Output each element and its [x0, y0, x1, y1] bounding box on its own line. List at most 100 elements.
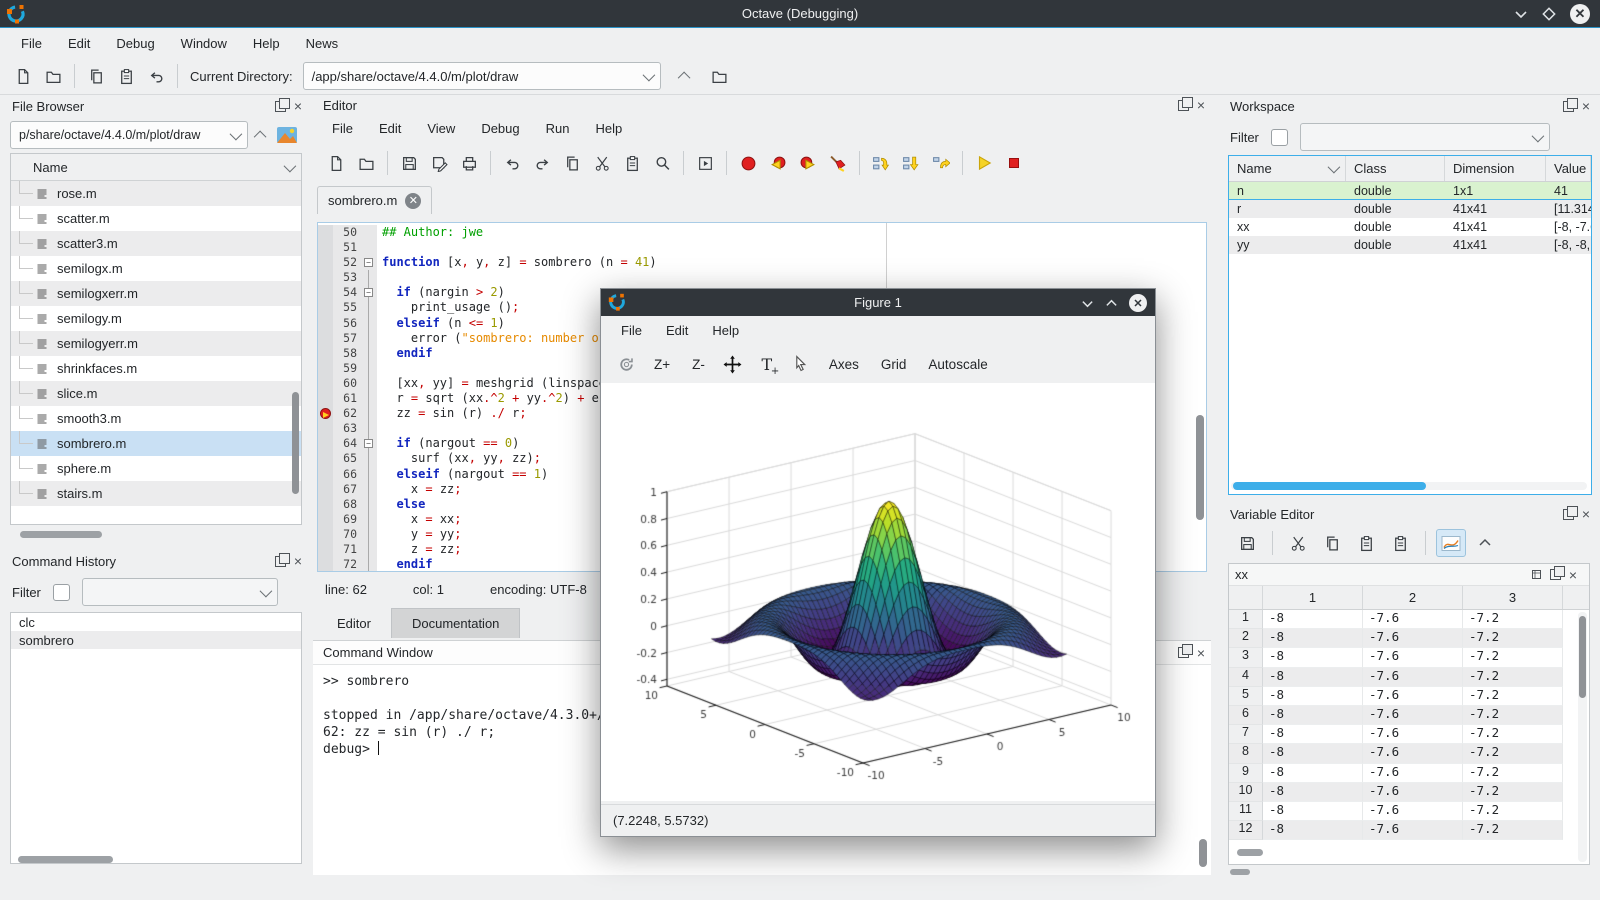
variable-column-3[interactable]: 3 — [1463, 586, 1563, 609]
fold-marker-icon[interactable]: − — [364, 288, 373, 297]
history-hscrollbar[interactable] — [18, 856, 113, 863]
close-tab-icon[interactable]: ✕ — [405, 193, 421, 209]
filter-checkbox[interactable] — [53, 584, 70, 601]
close-panel-icon[interactable]: × — [1582, 506, 1590, 522]
figure-menu-file[interactable]: File — [609, 319, 654, 342]
workspace-filter-combo[interactable] — [1300, 123, 1550, 151]
close-panel-icon[interactable]: × — [1197, 645, 1205, 661]
workspace-hscrollbar[interactable] — [1233, 482, 1426, 490]
figure-menu-help[interactable]: Help — [700, 319, 751, 342]
file-row-sombrero.m[interactable]: sombrero.m — [11, 431, 301, 456]
variable-row[interactable]: 6-8-7.6-7.2 — [1229, 706, 1589, 725]
run-script-icon[interactable] — [690, 149, 720, 177]
history-item[interactable]: clc — [11, 613, 301, 631]
close-panel-icon[interactable]: × — [1569, 567, 1577, 583]
float-panel-icon[interactable] — [275, 556, 286, 567]
undo-icon[interactable] — [497, 149, 527, 177]
variable-row[interactable]: 4-8-7.6-7.2 — [1229, 668, 1589, 687]
figure-tool-axes[interactable]: Axes — [820, 352, 868, 377]
code-line[interactable]: 51 — [318, 240, 1206, 255]
figure-titlebar[interactable]: Figure 1 ✕ — [601, 289, 1155, 316]
float-panel-icon[interactable] — [1563, 509, 1574, 520]
float-panel-icon[interactable] — [275, 101, 286, 112]
history-item[interactable]: sombrero — [11, 631, 301, 649]
variable-row[interactable]: 9-8-7.6-7.2 — [1229, 764, 1589, 783]
file-row-semilogy.m[interactable]: semilogy.m — [11, 306, 301, 331]
file-row-sphere.m[interactable]: sphere.m — [11, 456, 301, 481]
workspace-row-yy[interactable]: yydouble 41x41[-8, -8, - — [1229, 236, 1591, 254]
open-file-icon[interactable] — [351, 149, 381, 177]
file-row-shrinkfaces.m[interactable]: shrinkfaces.m — [11, 356, 301, 381]
workspace-column-name[interactable]: Name — [1229, 156, 1346, 181]
editor-menu-view[interactable]: View — [414, 117, 468, 140]
step-out-icon[interactable] — [926, 149, 956, 177]
workspace-column-value[interactable]: Value — [1546, 156, 1591, 181]
editor-menu-run[interactable]: Run — [533, 117, 583, 140]
editor-menu-help[interactable]: Help — [582, 117, 635, 140]
close-icon[interactable]: ✕ — [1129, 294, 1147, 312]
file-row-slice.m[interactable]: slice.m — [11, 381, 301, 406]
close-panel-icon[interactable]: × — [1582, 98, 1590, 114]
file-row-scatter.m[interactable]: scatter.m — [11, 206, 301, 231]
menu-news[interactable]: News — [293, 32, 352, 55]
figure-tool-grid[interactable]: Grid — [872, 352, 916, 377]
figure-tool-z+[interactable]: Z+ — [645, 352, 679, 377]
variable-row[interactable]: 2-8-7.6-7.2 — [1229, 629, 1589, 648]
browse-directory-icon[interactable] — [705, 62, 735, 90]
fit-icon[interactable] — [1531, 569, 1542, 580]
float-panel-icon[interactable] — [1178, 100, 1189, 111]
close-icon[interactable]: ✕ — [1570, 4, 1590, 24]
current-directory-combo[interactable]: /app/share/octave/4.4.0/m/plot/draw — [303, 62, 661, 90]
stop-icon[interactable] — [999, 149, 1029, 177]
save-icon[interactable] — [394, 149, 424, 177]
file-row-semilogyerr.m[interactable]: semilogyerr.m — [11, 331, 301, 356]
save-as-icon[interactable] — [424, 149, 454, 177]
file-row-semilogxerr.m[interactable]: semilogxerr.m — [11, 281, 301, 306]
file-column-header[interactable]: Name — [33, 160, 68, 175]
close-panel-icon[interactable]: × — [294, 98, 302, 114]
fold-marker-icon[interactable]: − — [364, 258, 373, 267]
editor-vscrollbar[interactable] — [1196, 415, 1204, 520]
copy-icon[interactable] — [557, 149, 587, 177]
step-over-icon[interactable] — [866, 149, 896, 177]
workspace-row-r[interactable]: rdouble 41x41[11.314 — [1229, 200, 1591, 218]
editor-menu-edit[interactable]: Edit — [366, 117, 414, 140]
pan-icon[interactable] — [718, 350, 748, 378]
workspace-row-xx[interactable]: xxdouble 41x41[-8, -7.6 — [1229, 218, 1591, 236]
file-list-vscrollbar[interactable] — [292, 392, 299, 494]
menu-file[interactable]: File — [8, 32, 55, 55]
variable-row[interactable]: 10-8-7.6-7.2 — [1229, 783, 1589, 802]
breakpoint-prev-icon[interactable] — [763, 149, 793, 177]
code-line[interactable]: 50 ## Author: jwe — [318, 225, 1206, 240]
minimize-icon[interactable] — [1514, 7, 1528, 21]
step-in-icon[interactable] — [896, 149, 926, 177]
redo-icon[interactable] — [527, 149, 557, 177]
figure-tool-z-[interactable]: Z- — [683, 352, 714, 377]
file-browser-up-icon[interactable] — [248, 122, 274, 148]
variable-row[interactable]: 12-8-7.6-7.2 — [1229, 821, 1589, 840]
variable-column-1[interactable]: 1 — [1263, 586, 1363, 609]
file-row-rose.m[interactable]: rose.m — [11, 181, 301, 206]
breakpoints-clear-icon[interactable] — [823, 149, 853, 177]
maximize-icon[interactable] — [1542, 7, 1556, 21]
variable-row[interactable]: 1-8-7.6-7.2 — [1229, 610, 1589, 629]
print-icon[interactable] — [454, 149, 484, 177]
variable-row[interactable]: 7-8-7.6-7.2 — [1229, 725, 1589, 744]
cut-icon[interactable] — [587, 149, 617, 177]
open-file-icon[interactable] — [38, 62, 68, 90]
menu-debug[interactable]: Debug — [103, 32, 167, 55]
variable-row[interactable]: 5-8-7.6-7.2 — [1229, 687, 1589, 706]
workspace-column-dimension[interactable]: Dimension — [1445, 156, 1546, 181]
breakpoint-marker-icon[interactable] — [320, 408, 331, 419]
close-panel-icon[interactable]: × — [1197, 97, 1205, 113]
dock-tab-documentation[interactable]: Documentation — [391, 608, 520, 638]
workspace-row-n[interactable]: ndouble 1x141 — [1229, 182, 1591, 200]
variable-editor-hscrollbar[interactable] — [1230, 869, 1250, 875]
file-row-stairs.m[interactable]: stairs.m — [11, 481, 301, 506]
float-panel-icon[interactable] — [1550, 569, 1561, 580]
variable-table-hscrollbar[interactable] — [1237, 849, 1263, 856]
breakpoint-next-icon[interactable] — [793, 149, 823, 177]
titlebar[interactable]: Octave (Debugging) ✕ — [0, 0, 1600, 28]
paste-icon[interactable] — [1351, 529, 1381, 557]
plot-variable-icon[interactable] — [1436, 529, 1466, 557]
